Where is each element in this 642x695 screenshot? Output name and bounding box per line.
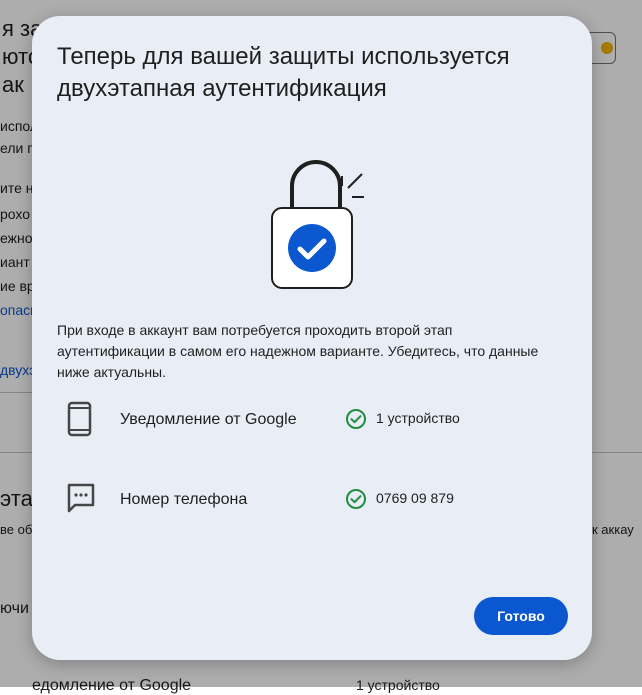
method-row-phone-number: Номер телефона 0769 09 879: [32, 479, 592, 523]
method-row-google-prompt: Уведомление от Google 1 устройство: [32, 399, 592, 443]
check-circle-icon: [345, 408, 367, 435]
dialog-title: Теперь для вашей защиты используется дву…: [57, 43, 510, 102]
method-value-devices: 1 устройство: [376, 410, 460, 426]
done-button[interactable]: Готово: [474, 597, 568, 635]
method-label-phone-number: Номер телефона: [120, 491, 248, 508]
method-value-phone: 0769 09 879: [376, 490, 454, 506]
method-label-google-prompt: Уведомление от Google: [120, 411, 297, 428]
phone-icon: [65, 399, 95, 444]
two-step-dialog: Теперь для вашей защиты используется дву…: [32, 16, 592, 660]
message-icon: [65, 479, 97, 524]
dialog-description: При входе в аккаунт вам потребуется прох…: [57, 322, 539, 380]
lock-check-illustration: [268, 156, 404, 311]
check-circle-icon: [345, 488, 367, 515]
